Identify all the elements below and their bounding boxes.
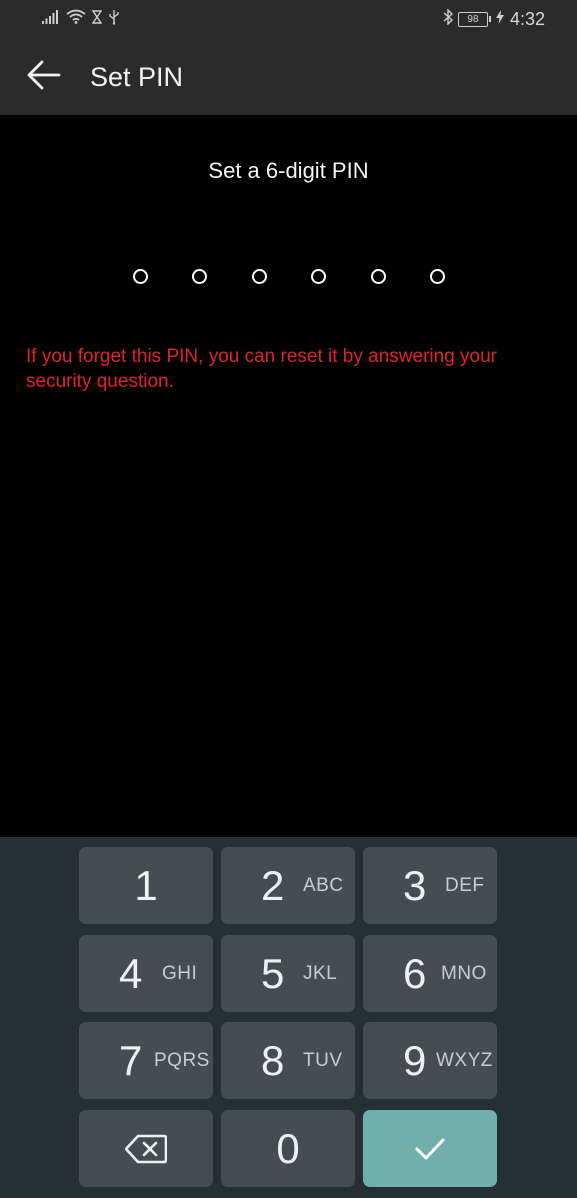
key-7[interactable]: 7 PQRS — [79, 1022, 213, 1099]
key-6[interactable]: 6 MNO — [363, 935, 497, 1012]
key-digit: 8 — [261, 1036, 285, 1084]
pin-hint: If you forget this PIN, you can reset it… — [26, 346, 498, 392]
charging-icon — [495, 9, 504, 29]
key-digit: 2 — [261, 861, 285, 909]
key-4[interactable]: 4 GHI — [79, 935, 213, 1012]
hourglass-icon — [91, 9, 103, 29]
backspace-icon — [125, 1134, 167, 1164]
back-arrow-icon — [27, 60, 61, 95]
backspace-button[interactable] — [79, 1110, 213, 1187]
key-1[interactable]: 1 — [79, 847, 213, 924]
battery-level: 98 — [467, 13, 479, 25]
key-8[interactable]: 8 TUV — [221, 1022, 355, 1099]
pin-dot — [251, 269, 267, 284]
page-title: Set PIN — [90, 62, 184, 92]
numeric-keypad: 1 2 ABC 3 DEF 4 GHI 5 JKL 6 MNO 7 PQRS 8… — [0, 837, 577, 1198]
key-letters: GHI — [162, 962, 198, 984]
battery-icon: 98 — [457, 11, 491, 27]
wifi-icon — [66, 9, 86, 29]
key-letters: MNO — [441, 962, 487, 984]
key-digit: 7 — [119, 1036, 143, 1084]
key-2[interactable]: 2 ABC — [221, 847, 355, 924]
key-0[interactable]: 0 — [221, 1110, 355, 1187]
status-left-icons — [42, 9, 120, 29]
back-button[interactable] — [24, 57, 64, 97]
usb-icon — [108, 9, 120, 30]
pin-dot — [192, 269, 208, 284]
signal-icon — [42, 9, 60, 29]
status-time: 4:32 — [509, 8, 545, 29]
app-bar: Set PIN — [0, 38, 577, 115]
key-letters: JKL — [303, 962, 338, 984]
key-letters: TUV — [303, 1049, 343, 1071]
key-digit: 4 — [119, 949, 143, 997]
key-3[interactable]: 3 DEF — [363, 847, 497, 924]
key-digit: 1 — [134, 861, 158, 909]
pin-dot — [370, 269, 386, 284]
pin-heading: Set a 6-digit PIN — [208, 158, 369, 183]
key-digit: 9 — [403, 1036, 427, 1084]
check-icon — [414, 1137, 446, 1161]
key-letters: PQRS — [154, 1049, 210, 1071]
key-digit: 6 — [403, 949, 427, 997]
key-9[interactable]: 9 WXYZ — [363, 1022, 497, 1099]
pin-dot — [429, 269, 445, 284]
status-bar: 98 4:32 — [0, 0, 577, 38]
key-letters: ABC — [303, 874, 344, 896]
confirm-button[interactable] — [363, 1110, 497, 1187]
key-letters: DEF — [445, 874, 485, 896]
key-digit: 0 — [276, 1124, 300, 1172]
status-right-icons: 98 4:32 — [442, 7, 545, 30]
pin-dot — [311, 269, 327, 284]
pin-dots — [133, 269, 445, 284]
pin-dot — [133, 269, 148, 284]
key-5[interactable]: 5 JKL — [221, 935, 355, 1012]
key-letters: WXYZ — [436, 1049, 493, 1071]
key-digit: 5 — [261, 949, 285, 997]
key-digit: 3 — [403, 861, 427, 909]
bluetooth-icon — [442, 7, 454, 30]
